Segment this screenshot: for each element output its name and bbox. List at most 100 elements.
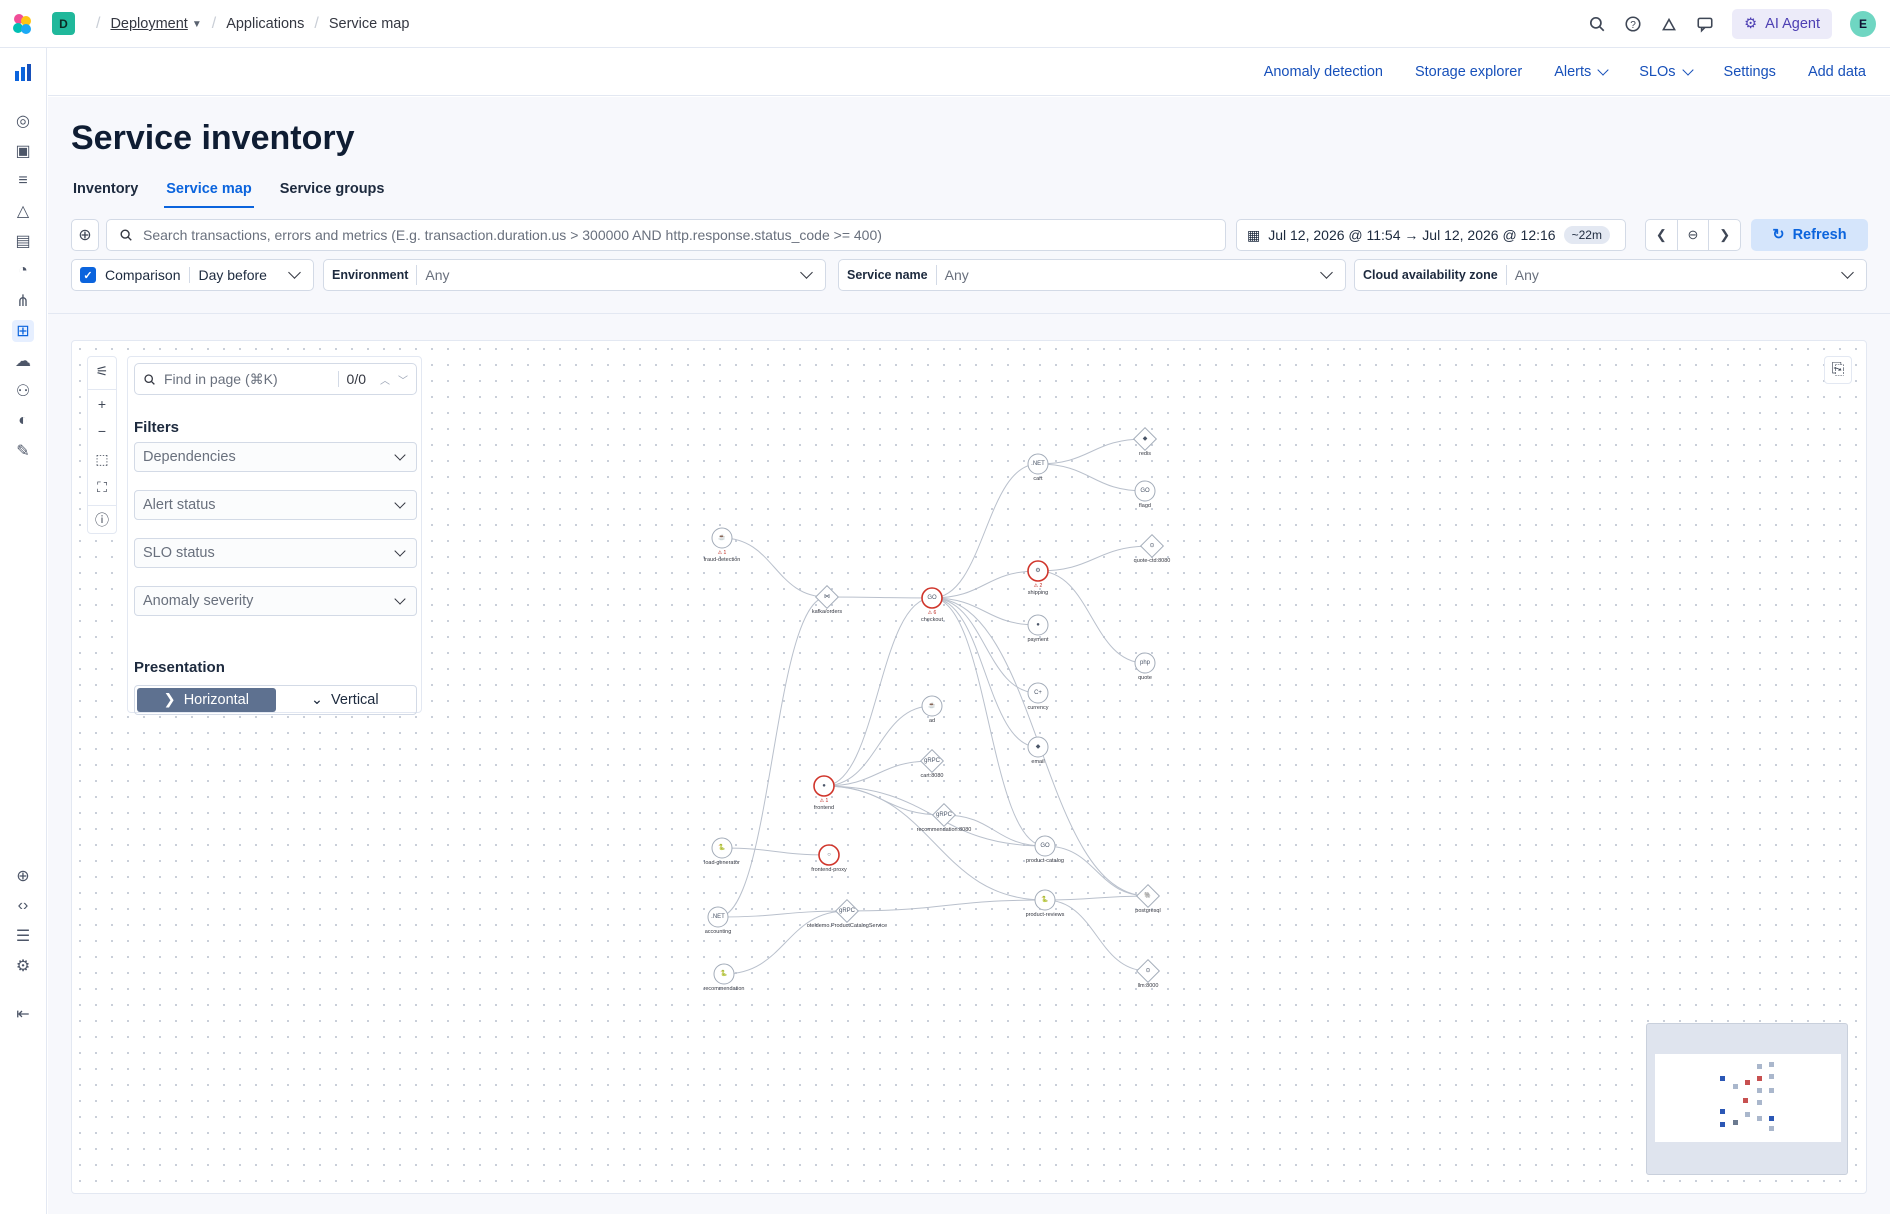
service-node-shipping[interactable]: ⚙ ⚠ 2shipping [1027,560,1049,596]
breadcrumb-deployment[interactable]: Deployment [110,16,187,32]
service-node-redis[interactable]: ◆ redis [1132,426,1158,457]
service-node-currency[interactable]: C+ currency [1027,682,1049,711]
service-node-product-reviews[interactable]: 🐍 product-reviews [1026,889,1065,918]
help-icon[interactable]: ? [1624,15,1642,33]
refresh-button[interactable]: ↻ Refresh [1751,219,1868,251]
chevron-down-icon[interactable]: ▼ [192,19,202,30]
alert-count-badge[interactable]: ⚠ 1 [820,798,829,804]
vertical-option[interactable]: ⌄ Vertical [276,688,415,712]
database-icon[interactable]: ☰ [12,925,34,947]
service-map-canvas[interactable]: ☕ ⚠ 1 fraud-detection ⋈ kafka/orders GO ⚠ 6 che… [71,340,1867,1194]
service-node-load-generator[interactable]: 🐍 load-generator [704,837,740,866]
breadcrumb-applications[interactable]: Applications [226,16,304,32]
service-node-ad[interactable]: ☕ ad [921,695,943,724]
service-node-cart8080[interactable]: gRPC cart:8080 [919,748,945,779]
service-node-checkout[interactable]: GO ⚠ 6checkout [921,587,943,623]
fit-view-icon[interactable]: ⛶ [88,473,116,501]
environment-select[interactable]: Environment Any [323,259,826,291]
export-map-icon[interactable]: ⎘ [1824,356,1852,384]
add-icon[interactable]: ⊕ [12,865,34,887]
feedback-icon[interactable] [1696,15,1714,33]
code-icon[interactable]: ‹› [12,895,34,917]
synthetics-icon[interactable]: ◐ [12,410,34,432]
cases-icon[interactable]: ▤ [12,230,34,252]
robot-icon[interactable]: ⚇ [12,380,34,402]
service-node-accounting[interactable]: .NET accounting [705,906,732,935]
breadcrumb-separator: / [211,15,217,32]
service-node-kafka[interactable]: ⋈ kafka/orders [812,584,843,615]
chevron-left-icon[interactable]: ❮ [1646,220,1678,250]
filter-settings-icon[interactable]: ⚟ [88,357,116,385]
slos-menu[interactable]: SLOs [1639,64,1694,80]
apm-icon[interactable]: ⋔ [12,290,34,312]
user-avatar[interactable]: E [1850,11,1876,37]
alert-count-badge[interactable]: ⚠ 6 [928,610,937,616]
add-filter-button[interactable]: ⊕ [71,219,99,251]
service-node-flagd[interactable]: GO flagd [1134,480,1156,509]
availability-zone-select[interactable]: Cloud availability zone Any [1354,259,1867,291]
service-name-select[interactable]: Service name Any [838,259,1346,291]
service-node-otel-pcs[interactable]: gRPC oteldemo.ProductCatalogService [807,898,887,929]
chevron-down-icon[interactable]: ﹀ [398,372,408,387]
date-picker[interactable]: ▦ Jul 12, 2026 @ 11:54 → Jul 12, 2026 @ … [1236,219,1626,251]
service-node-quote[interactable]: php quote [1134,652,1156,681]
zoom-out-icon[interactable]: − [88,417,116,445]
anomaly-severity-select[interactable]: Anomaly severity [134,586,417,616]
minimap[interactable] [1646,1023,1848,1175]
sliders-icon[interactable]: ≡ [12,170,34,192]
settings-link[interactable]: Settings [1724,64,1776,80]
space-avatar[interactable]: D [52,12,75,35]
ai-agent-button[interactable]: ⚙ AI Agent [1732,9,1832,39]
wrench-icon[interactable]: ✎ [12,440,34,462]
chevron-down-icon[interactable] [288,266,301,279]
discover-icon[interactable]: ◎ [12,110,34,132]
tab-inventory[interactable]: Inventory [71,181,140,208]
alerts-icon[interactable]: △ [12,200,34,222]
zoom-in-icon[interactable]: + [88,389,116,417]
collapse-nav-icon[interactable]: ⇤ [12,1003,34,1025]
chevron-right-icon[interactable]: ❯ [1709,220,1740,250]
service-node-postgresql[interactable]: 🐘 postgresql [1135,883,1161,914]
search-input[interactable]: Search transactions, errors and metrics … [106,219,1226,251]
find-in-page-input[interactable]: Find in page (⌘K) 0/0 ︿ ﹀ [134,363,417,395]
alert-count-badge[interactable]: ⚠ 2 [1034,583,1043,589]
comparison-checkbox[interactable]: ✓ [80,267,96,283]
service-node-cart[interactable]: .NET cart [1027,453,1049,482]
alert-count-badge[interactable]: ⚠ 1 [718,550,727,556]
elastic-logo-icon[interactable] [11,13,33,35]
zoom-out-icon[interactable]: ⊖ [1678,220,1710,250]
service-node-fraud-detection[interactable]: ☕ ⚠ 1fraud-detection [704,527,741,563]
service-node-frontend-proxy[interactable]: ○ frontend-proxy [811,844,847,873]
tab-service-groups[interactable]: Service groups [278,181,387,208]
infrastructure-icon[interactable]: ☁ [12,350,34,372]
chevron-up-icon[interactable]: ︿ [380,372,390,387]
anomaly-detection-link[interactable]: Anomaly detection [1264,64,1383,80]
whats-new-icon[interactable] [1660,15,1678,33]
slo-status-select[interactable]: SLO status [134,538,417,568]
dependencies-select[interactable]: Dependencies [134,442,417,472]
minimap-viewport[interactable] [1655,1054,1841,1142]
dashboards-icon[interactable]: ▣ [12,140,34,162]
service-node-payment[interactable]: ● payment [1027,614,1049,643]
tab-service-map[interactable]: Service map [164,181,254,208]
service-inventory-icon[interactable]: ⊞ [12,320,34,342]
comparison-select[interactable]: Day before [190,267,290,283]
storage-explorer-link[interactable]: Storage explorer [1415,64,1522,80]
help-icon[interactable]: ⓘ [88,505,116,533]
search-icon[interactable] [1588,15,1606,33]
observability-logo-icon[interactable] [12,62,34,84]
time-navigation: ❮ ⊖ ❯ [1645,219,1741,251]
slo-gauge-icon[interactable]: ◔ [12,260,34,282]
service-node-frontend[interactable]: ● ⚠ 1frontend [813,775,835,811]
service-node-llm[interactable]: ⊙ llm:8000 [1135,958,1161,989]
service-node-recommendation[interactable]: 🐍 recommendation [704,963,745,992]
alerts-menu[interactable]: Alerts [1554,64,1609,80]
horizontal-option[interactable]: ❯ Horizontal [137,688,276,712]
add-data-link[interactable]: Add data [1808,64,1866,80]
service-node-recommendation8080[interactable]: gRPC recommendation:8080 [917,802,972,833]
alert-status-select[interactable]: Alert status [134,490,417,520]
selection-icon[interactable]: ⬚ [88,445,116,473]
gear-icon[interactable]: ⚙ [12,955,34,977]
service-node-quote-ext[interactable]: ⊙ quote-ctd:8080 [1134,533,1171,564]
minimap-node [1743,1098,1748,1103]
